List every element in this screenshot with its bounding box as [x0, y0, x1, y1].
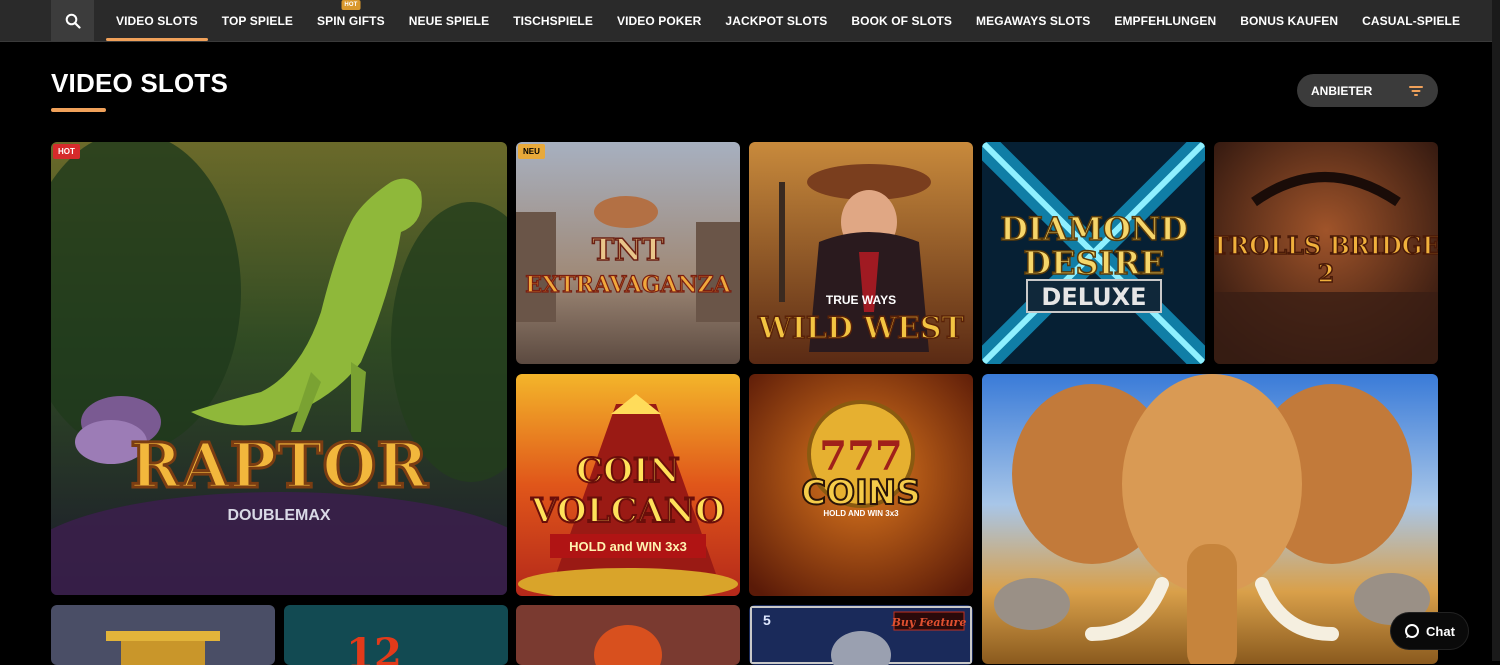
- coins-title: COINS: [801, 473, 920, 513]
- nav-item-empfehlungen[interactable]: EMPFEHLUNGEN: [1102, 0, 1228, 41]
- nav-item-bonus-kaufen[interactable]: BONUS KAUFEN: [1228, 0, 1350, 41]
- nav-item-casual-spiele[interactable]: CASUAL-SPIELE: [1350, 0, 1472, 41]
- nav-items: VIDEO SLOTS TOP SPIELE HOT SPIN GIFTS NEU…: [104, 0, 1472, 41]
- chat-icon: [1405, 624, 1420, 638]
- wild-west-tag: TRUE WAYS: [826, 293, 896, 307]
- wild-west-artwork: TRUE WAYS WILD WEST: [749, 142, 973, 364]
- buy-feature-num: 5: [763, 612, 771, 628]
- game-tile-trolls-bridge-2[interactable]: TROLLS BRIDGE 2: [1214, 142, 1438, 364]
- raptor-subtitle: DOUBLEMAX: [227, 507, 330, 524]
- nav-item-megaways-slots[interactable]: MEGAWAYS SLOTS: [964, 0, 1102, 41]
- coins-artwork: 777 COINS HOLD AND WIN 3x3: [749, 374, 973, 596]
- page-title: VIDEO SLOTS: [51, 68, 229, 98]
- buy-feature-artwork: 5 Buy Feature: [749, 605, 973, 665]
- game-tile-coins[interactable]: 777 COINS HOLD AND WIN 3x3: [749, 374, 973, 596]
- nav-item-spin-gifts[interactable]: HOT SPIN GIFTS: [305, 0, 397, 41]
- filter-label: ANBIETER: [1311, 83, 1373, 98]
- dragon-artwork: [516, 605, 740, 665]
- coin-volcano-tag: HOLD and WIN 3x3: [569, 539, 687, 554]
- diamond-line1: DIAMOND: [1000, 210, 1188, 248]
- elephant-artwork: [982, 374, 1438, 664]
- nav-item-video-poker[interactable]: VIDEO POKER: [605, 0, 713, 41]
- filter-icon: [1409, 85, 1423, 96]
- tile-12-artwork: 12: [284, 605, 508, 665]
- tile-12-number: 12: [346, 630, 402, 665]
- provider-filter-button[interactable]: ANBIETER: [1297, 74, 1438, 107]
- hot-badge: HOT: [53, 144, 80, 159]
- coin-volcano-artwork: COIN VOLCANO HOLD and WIN 3x3: [516, 374, 740, 596]
- buy-feature-label: Buy Feature: [891, 616, 967, 629]
- nav-item-jackpot-slots[interactable]: JACKPOT SLOTS: [713, 0, 839, 41]
- chat-button[interactable]: Chat: [1391, 613, 1468, 649]
- game-tile-buy-feature[interactable]: 5 Buy Feature: [749, 605, 973, 665]
- nav-item-tischspiele[interactable]: TISCHSPIELE: [501, 0, 605, 41]
- game-tile-raptor[interactable]: RAPTOR DOUBLEMAX HOT: [51, 142, 507, 595]
- raptor-title: RAPTOR: [130, 429, 428, 502]
- trolls-number: 2: [1318, 259, 1335, 288]
- game-tile-diamond-desire-deluxe[interactable]: DIAMOND DESIRE DELUXE: [982, 142, 1205, 364]
- top-navigation: VIDEO SLOTS TOP SPIELE HOT SPIN GIFTS NEU…: [0, 0, 1492, 42]
- nav-item-top-spiele[interactable]: TOP SPIELE: [210, 0, 305, 41]
- game-tile-golden-temple[interactable]: [51, 605, 275, 665]
- scrollbar[interactable]: [1492, 0, 1500, 661]
- wild-west-title: WILD WEST: [757, 311, 965, 346]
- coin-volcano-line2: VOLCANO: [530, 491, 724, 531]
- trolls-title: TROLLS BRIDGE: [1214, 231, 1438, 260]
- game-tile-wild-west[interactable]: TRUE WAYS WILD WEST: [749, 142, 973, 364]
- title-underline: [51, 108, 106, 112]
- chat-label: Chat: [1426, 623, 1455, 639]
- nav-item-neue-spiele[interactable]: NEUE SPIELE: [397, 0, 501, 41]
- tnt-artwork: TNT EXTRAVAGANZA: [516, 142, 740, 364]
- diamond-line3: DELUXE: [1041, 283, 1146, 311]
- diamond-line2: DESIRE: [1023, 244, 1164, 282]
- trolls-bridge-artwork: TROLLS BRIDGE 2: [1214, 142, 1438, 364]
- nav-item-book-of-slots[interactable]: BOOK OF SLOTS: [839, 0, 964, 41]
- tnt-title-line1: TNT: [592, 233, 665, 268]
- search-button[interactable]: [51, 0, 94, 41]
- game-tile-elephant[interactable]: [982, 374, 1438, 664]
- tnt-title-line2: EXTRAVAGANZA: [525, 272, 731, 298]
- game-tile-dragon[interactable]: [516, 605, 740, 665]
- diamond-desire-artwork: DIAMOND DESIRE DELUXE: [982, 142, 1205, 364]
- game-tile-12[interactable]: 12: [284, 605, 508, 665]
- coins-tag: HOLD AND WIN 3x3: [823, 509, 899, 518]
- hot-badge: HOT: [341, 0, 361, 10]
- coin-volcano-line1: COIN: [576, 451, 680, 491]
- search-icon: [65, 13, 81, 29]
- raptor-artwork: RAPTOR DOUBLEMAX: [51, 142, 507, 595]
- golden-temple-artwork: [51, 605, 275, 665]
- new-badge: NEU: [518, 144, 545, 159]
- nav-item-video-slots[interactable]: VIDEO SLOTS: [104, 0, 210, 41]
- game-tile-coin-volcano[interactable]: COIN VOLCANO HOLD and WIN 3x3: [516, 374, 740, 596]
- game-tile-tnt-extravaganza[interactable]: TNT EXTRAVAGANZA NEU: [516, 142, 740, 364]
